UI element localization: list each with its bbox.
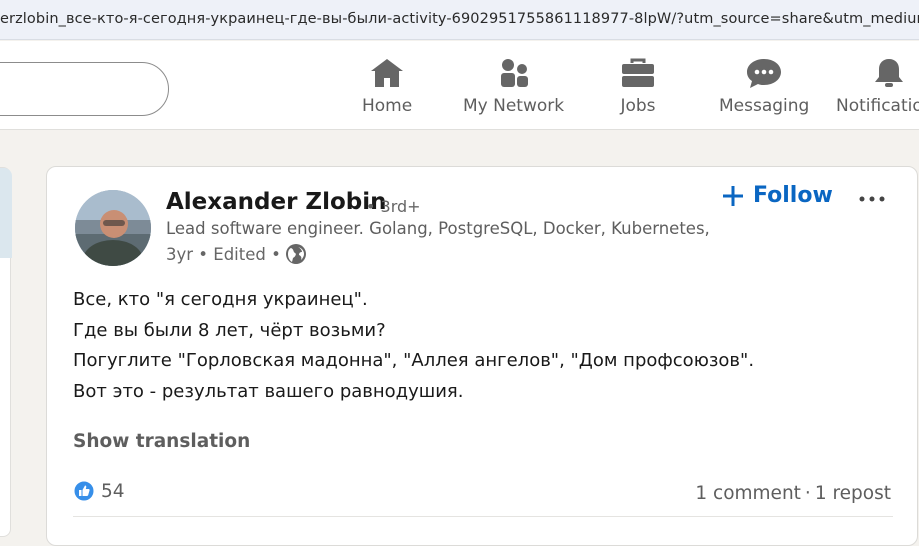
reactions-count[interactable]: 54 — [73, 480, 125, 502]
author-photo — [75, 190, 151, 266]
post-line: Вот это - результат вашего равнодушия. — [73, 380, 464, 402]
bell-icon — [875, 59, 904, 87]
nav-jobs-label: Jobs — [620, 96, 656, 116]
nav-home-label: Home — [362, 96, 413, 116]
search-input[interactable] — [0, 62, 169, 116]
like-reaction-icon — [73, 480, 95, 502]
post-meta: 3yr • Edited • — [166, 243, 307, 265]
connection-degree: • 3rd+ — [366, 197, 421, 216]
top-nav: Home My Network Jobs Messaging Notificat… — [0, 41, 919, 130]
briefcase-icon — [622, 58, 654, 87]
nav-my-network[interactable]: My Network — [463, 57, 564, 116]
network-icon — [500, 59, 528, 87]
social-counts: 1 comment · 1 repost — [695, 483, 891, 504]
address-bar[interactable]: erzlobin_все-кто-я-сегодня-украинец-где-… — [0, 0, 919, 40]
post-body: Все, кто "я сегодня украинец". Где вы бы… — [73, 285, 873, 407]
comments-count[interactable]: 1 comment — [695, 483, 801, 504]
post-line: Все, кто "я сегодня украинец". — [73, 289, 368, 310]
follow-button[interactable]: Follow — [723, 183, 833, 208]
divider — [73, 516, 893, 517]
post-line: Погуглите "Горловская мадонна", "Аллея а… — [73, 350, 755, 371]
post-line: Где вы были 8 лет, чёрт возьми? — [73, 319, 386, 341]
avatar[interactable] — [75, 190, 151, 266]
author-name[interactable]: Alexander Zlobin — [166, 189, 387, 215]
nav-notifications[interactable]: Notifications — [836, 57, 919, 116]
profile-card-edge — [0, 167, 12, 537]
nav-messaging[interactable]: Messaging — [719, 57, 809, 116]
nav-messaging-label: Messaging — [719, 96, 810, 116]
url-text: erzlobin_все-кто-я-сегодня-украинец-где-… — [0, 11, 919, 27]
messaging-icon — [747, 59, 782, 88]
feed-post: Alexander Zlobin • 3rd+ Lead software en… — [46, 166, 918, 546]
home-icon — [371, 59, 404, 87]
nav-home[interactable]: Home — [362, 57, 412, 116]
separator-dot: · — [804, 483, 811, 504]
profile-card-banner — [0, 168, 12, 258]
nav-my-network-label: My Network — [463, 96, 565, 116]
show-translation-button[interactable]: Show translation — [73, 431, 250, 452]
post-timestamp: 3yr • Edited • — [166, 244, 281, 264]
globe-icon — [285, 244, 306, 264]
reposts-count[interactable]: 1 repost — [815, 483, 891, 504]
follow-label: Follow — [753, 183, 833, 208]
nav-notifications-label: Notifications — [836, 96, 919, 116]
author-headline: Lead software engineer. Golang, PostgreS… — [166, 219, 711, 238]
nav-jobs[interactable]: Jobs — [619, 57, 657, 116]
ellipsis-icon — [859, 196, 885, 202]
more-options-button[interactable] — [857, 187, 887, 211]
reaction-count: 54 — [101, 480, 125, 502]
plus-icon — [723, 185, 743, 206]
